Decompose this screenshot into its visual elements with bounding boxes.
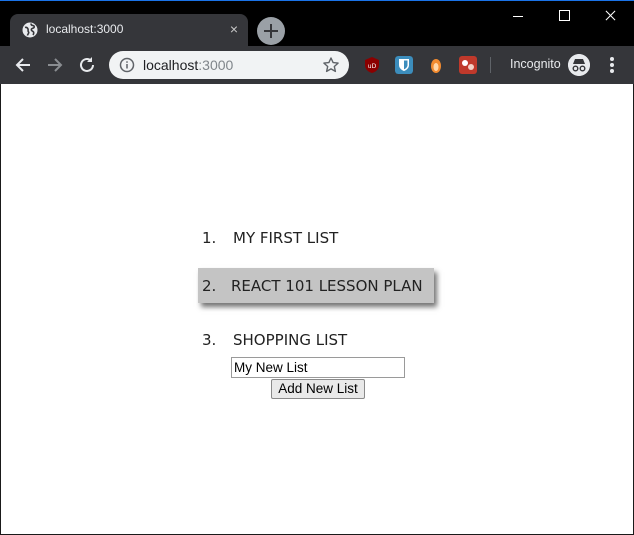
bitwarden-icon[interactable] bbox=[395, 56, 413, 74]
ublock-icon[interactable]: uD bbox=[363, 56, 381, 74]
back-arrow-icon[interactable] bbox=[12, 54, 34, 76]
menu-dot bbox=[610, 63, 614, 67]
url-text: localhost:3000 bbox=[143, 57, 233, 73]
browser-titlebar: localhost:3000 × bbox=[0, 0, 634, 46]
info-icon[interactable] bbox=[119, 57, 135, 73]
maximize-icon[interactable] bbox=[541, 2, 587, 28]
incognito-icon[interactable] bbox=[568, 54, 590, 76]
tab-title: localhost:3000 bbox=[46, 22, 124, 36]
list-item-highlighted[interactable]: 2. REACT 101 LESSON PLAN bbox=[198, 268, 434, 303]
new-list-input[interactable]: My New List bbox=[231, 357, 405, 378]
star-icon[interactable] bbox=[322, 56, 340, 74]
window-top-edge bbox=[0, 0, 634, 1]
list-item-number: 2. bbox=[202, 277, 217, 295]
url-host: localhost bbox=[143, 57, 199, 73]
globe-icon bbox=[22, 22, 38, 38]
list-item-number: 1. bbox=[202, 229, 217, 247]
add-new-list-button[interactable]: Add New List bbox=[271, 379, 365, 399]
svg-text:uD: uD bbox=[368, 63, 377, 70]
list-item-number: 3. bbox=[202, 331, 217, 349]
list-item-label: REACT 101 LESSON PLAN bbox=[231, 277, 423, 295]
browser-toolbar: localhost:3000 uD Incognito bbox=[0, 46, 634, 84]
page-viewport: 1. MY FIRST LIST 2. REACT 101 LESSON PLA… bbox=[1, 84, 633, 534]
incognito-label: Incognito bbox=[510, 57, 561, 71]
toolbar-separator bbox=[490, 57, 491, 73]
list-item-label: MY FIRST LIST bbox=[233, 229, 339, 247]
forward-arrow-icon[interactable] bbox=[44, 54, 66, 76]
minimize-icon[interactable] bbox=[495, 2, 541, 28]
menu-icon[interactable] bbox=[604, 56, 620, 74]
menu-dot bbox=[610, 57, 614, 61]
list-item-label: SHOPPING LIST bbox=[233, 331, 348, 349]
extension-icon[interactable] bbox=[459, 56, 477, 74]
extension-icon[interactable] bbox=[427, 56, 445, 74]
new-tab-icon[interactable] bbox=[257, 17, 285, 45]
menu-dot bbox=[610, 69, 614, 73]
address-bar[interactable]: localhost:3000 bbox=[109, 51, 349, 79]
close-icon[interactable] bbox=[587, 2, 633, 28]
url-port: :3000 bbox=[198, 57, 234, 73]
reload-icon[interactable] bbox=[76, 54, 98, 76]
tab-close-icon[interactable]: × bbox=[226, 21, 242, 37]
browser-tab[interactable]: localhost:3000 × bbox=[10, 14, 248, 46]
